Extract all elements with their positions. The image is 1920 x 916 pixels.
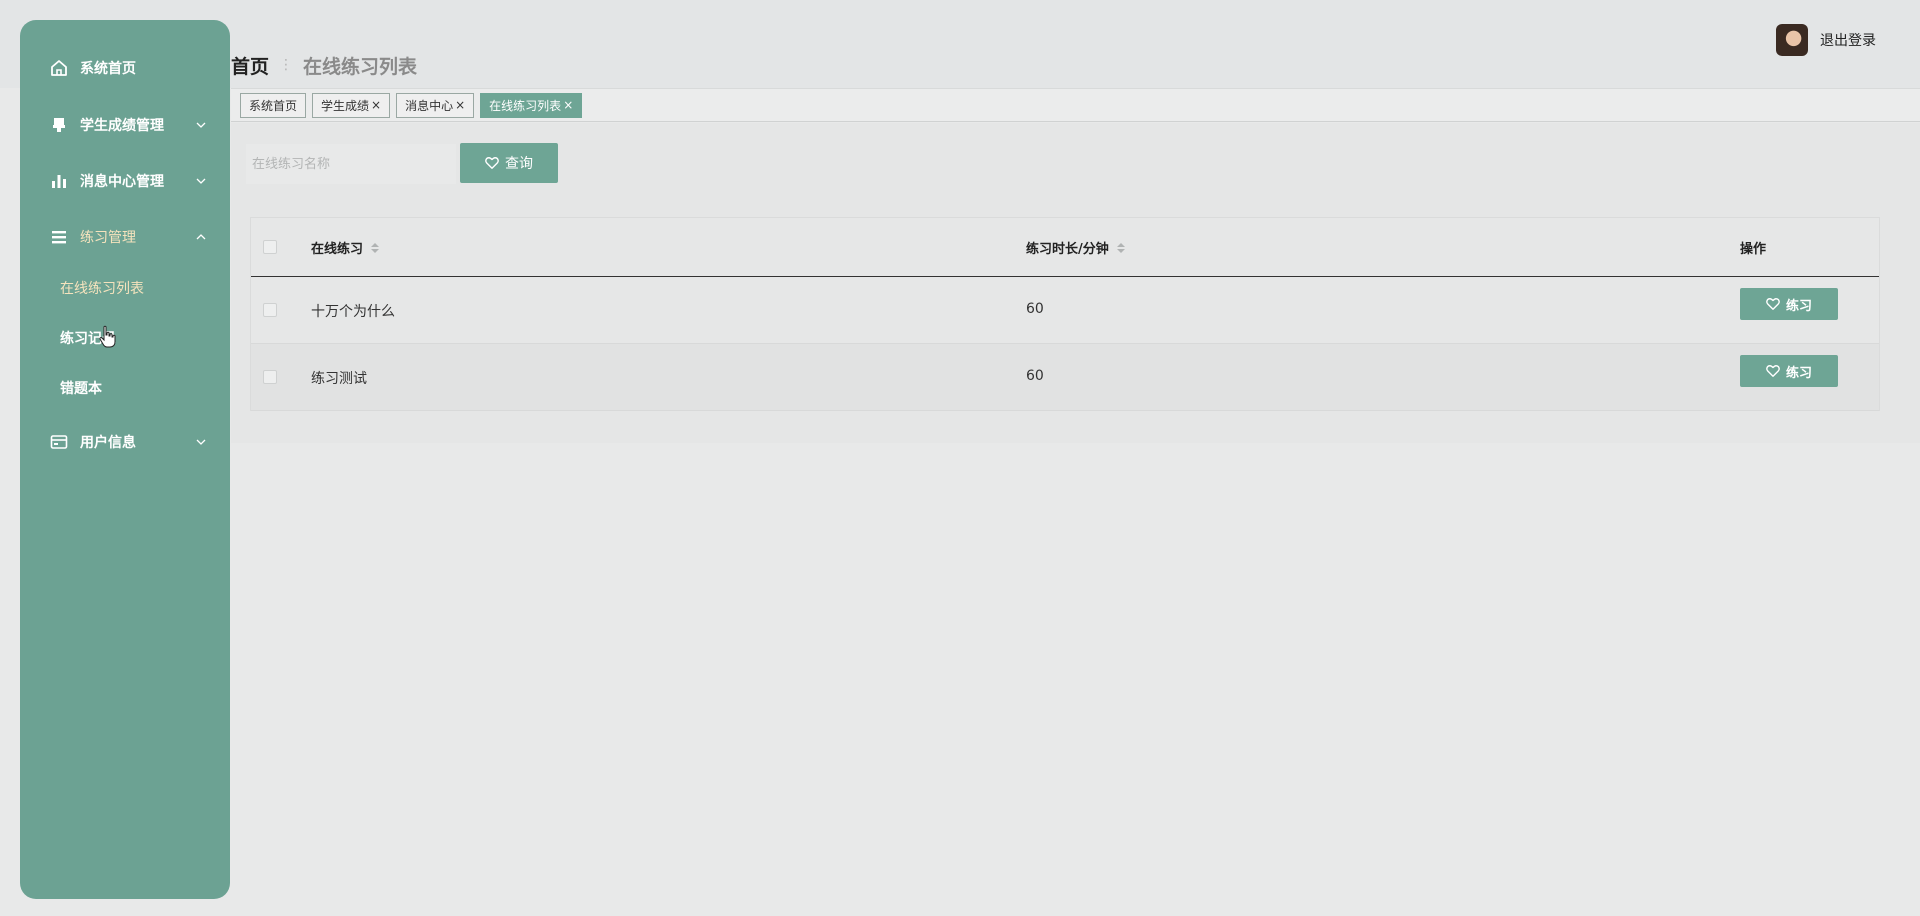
- chevron-down-icon: [196, 122, 206, 128]
- sidebar-item-label: 学生成绩管理: [80, 118, 164, 134]
- table-header: 在线练习 练习时长/分钟 操作: [251, 218, 1879, 277]
- search-input[interactable]: [246, 144, 456, 184]
- breadcrumb: 首页 ⋮ 在线练习列表: [231, 52, 417, 78]
- bar-chart-icon: [50, 172, 68, 190]
- chevron-down-icon: [196, 178, 206, 184]
- tab-bar: 系统首页 学生成绩 × 消息中心 × 在线练习列表 ×: [231, 88, 1920, 122]
- sidebar-subitem-wrong-questions[interactable]: 错题本: [20, 370, 230, 406]
- heart-icon: [485, 157, 499, 169]
- heart-icon: [1766, 298, 1780, 310]
- tab-message-center[interactable]: 消息中心 ×: [396, 92, 475, 118]
- menu-icon: [50, 228, 68, 246]
- column-header-name[interactable]: 在线练习: [311, 238, 380, 257]
- table-row: 十万个为什么 60 练习: [251, 277, 1879, 344]
- practice-button[interactable]: 练习: [1740, 288, 1838, 320]
- tab-label: 系统首页: [249, 98, 298, 113]
- select-all-checkbox[interactable]: [263, 240, 277, 254]
- sidebar: 系统首页 学生成绩管理 消息中心管理 练习管理 在线练习列表 练习记录 错题本 …: [20, 20, 230, 899]
- close-icon[interactable]: ×: [455, 98, 465, 112]
- practice-table: 在线练习 练习时长/分钟 操作 十万个为什么 60 练习 练习测试 60 练习: [250, 217, 1880, 411]
- sidebar-item-label: 系统首页: [80, 61, 136, 77]
- column-header-duration[interactable]: 练习时长/分钟: [1026, 238, 1125, 257]
- practice-button[interactable]: 练习: [1740, 355, 1838, 387]
- sidebar-item-home[interactable]: 系统首页: [20, 48, 230, 88]
- card-icon: [50, 433, 68, 451]
- tab-label: 在线练习列表: [489, 98, 562, 113]
- sidebar-subitem-practice-records[interactable]: 练习记录: [20, 320, 230, 356]
- cell-name: 练习测试: [311, 371, 367, 387]
- practice-button-label: 练习: [1785, 298, 1812, 314]
- chevron-down-icon: [196, 439, 206, 445]
- breadcrumb-current: 在线练习列表: [303, 55, 418, 78]
- search-button-label: 查询: [505, 156, 533, 172]
- sidebar-item-label: 用户信息: [80, 435, 136, 451]
- search-button[interactable]: 查询: [460, 143, 558, 183]
- sidebar-item-user-info[interactable]: 用户信息: [20, 422, 230, 462]
- row-checkbox[interactable]: [263, 370, 277, 384]
- home-icon: [50, 59, 68, 77]
- sidebar-subitem-label: 错题本: [60, 381, 102, 397]
- sidebar-item-message-center[interactable]: 消息中心管理: [20, 161, 230, 201]
- table-row: 练习测试 60 练习: [251, 344, 1879, 411]
- sidebar-item-student-scores[interactable]: 学生成绩管理: [20, 105, 230, 145]
- breadcrumb-home[interactable]: 首页: [231, 52, 269, 79]
- tab-home[interactable]: 系统首页: [240, 92, 307, 118]
- hand-cursor-icon: [99, 325, 116, 348]
- tab-label: 消息中心: [405, 98, 454, 113]
- row-checkbox[interactable]: [263, 303, 277, 317]
- tab-student-scores[interactable]: 学生成绩 ×: [312, 92, 391, 118]
- column-header-label: 练习时长/分钟: [1026, 242, 1109, 257]
- cell-duration: 60: [1026, 368, 1044, 384]
- cell-duration: 60: [1026, 301, 1044, 317]
- sort-icon[interactable]: [371, 242, 380, 253]
- column-header-label: 操作: [1740, 242, 1767, 257]
- chevron-up-icon: [196, 234, 206, 240]
- close-icon[interactable]: ×: [371, 98, 381, 112]
- user-area: 退出登录: [1776, 24, 1876, 56]
- sidebar-item-label: 练习管理: [80, 230, 136, 246]
- breadcrumb-separator: ⋮: [279, 57, 294, 73]
- sidebar-item-practice-management[interactable]: 练习管理: [20, 217, 230, 257]
- practice-button-label: 练习: [1785, 365, 1812, 381]
- avatar[interactable]: [1776, 24, 1808, 56]
- cell-name: 十万个为什么: [311, 304, 395, 320]
- close-icon[interactable]: ×: [563, 98, 573, 112]
- tab-label: 学生成绩: [321, 98, 370, 113]
- column-header-actions: 操作: [1740, 238, 1766, 257]
- logout-link[interactable]: 退出登录: [1820, 30, 1876, 50]
- stamp-icon: [50, 116, 68, 134]
- tab-online-practice-list[interactable]: 在线练习列表 ×: [480, 92, 583, 118]
- sidebar-subitem-label: 在线练习列表: [60, 281, 144, 297]
- sort-icon[interactable]: [1116, 242, 1125, 253]
- sidebar-subitem-online-practice-list[interactable]: 在线练习列表: [20, 270, 230, 306]
- sidebar-item-label: 消息中心管理: [80, 174, 164, 190]
- column-header-label: 在线练习: [311, 242, 364, 257]
- heart-icon: [1766, 365, 1780, 377]
